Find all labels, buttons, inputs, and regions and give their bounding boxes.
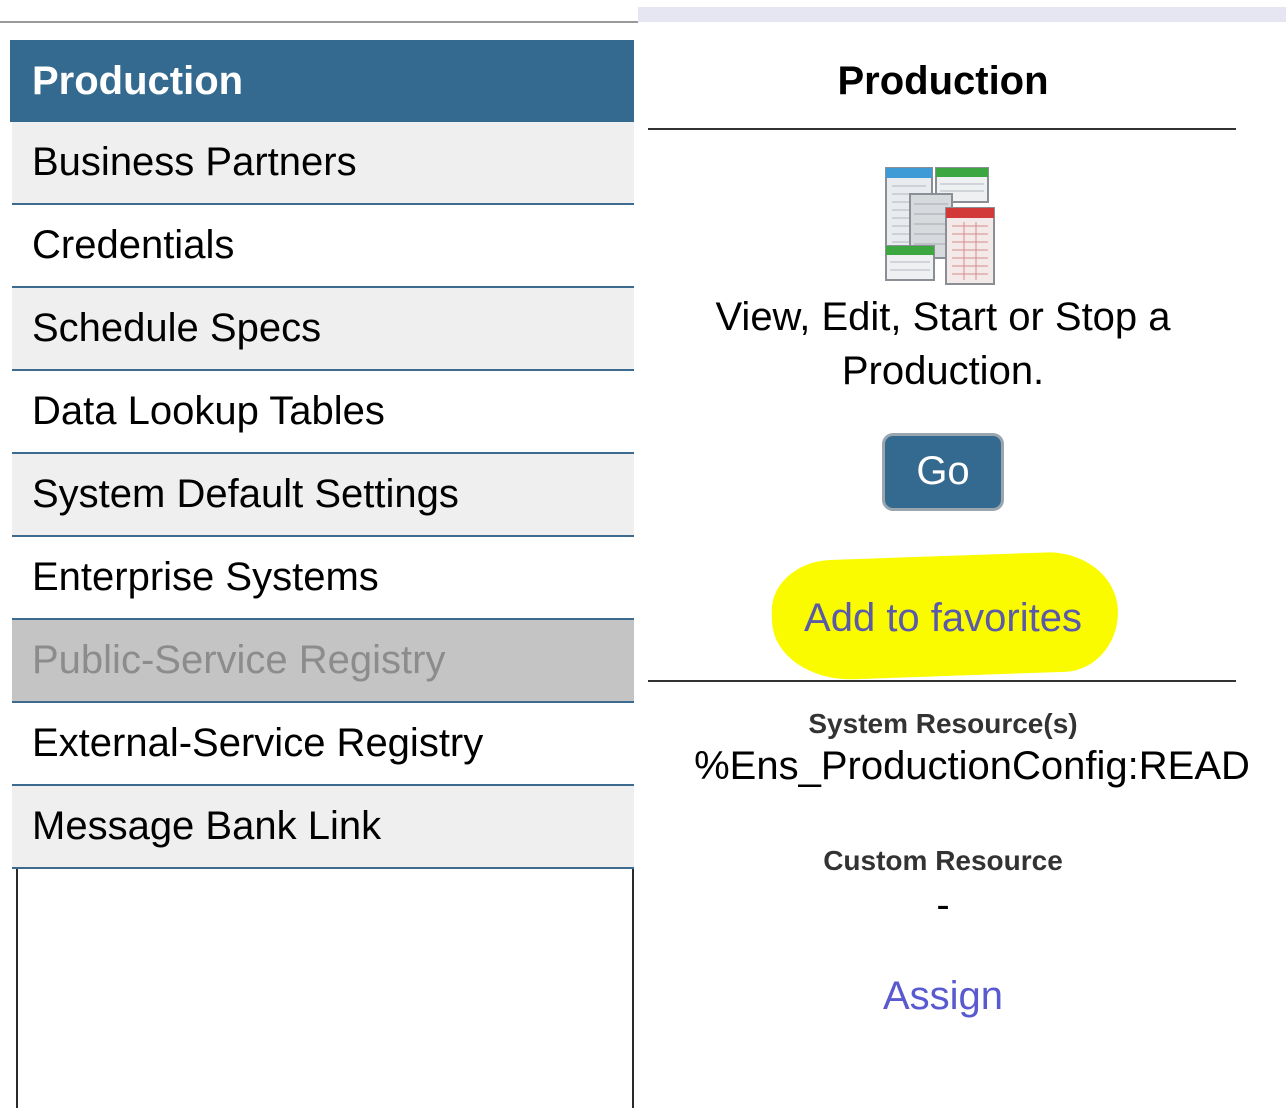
custom-resource-label: Custom Resource (823, 845, 1063, 876)
detail-divider-bottom (648, 680, 1236, 682)
detail-panel: Production View, Edit, Start or Stop a P… (648, 40, 1250, 1019)
sidebar-item-public-service-registry: Public-Service Registry (12, 620, 634, 703)
sidebar-item-system-default-settings[interactable]: System Default Settings (12, 454, 634, 537)
production-tables-icon (885, 167, 995, 285)
icon-container (648, 130, 1238, 290)
sidebar-item-credentials[interactable]: Credentials (12, 205, 634, 288)
sidebar-item-external-service-registry[interactable]: External-Service Registry (12, 703, 634, 786)
add-to-favorites-link[interactable]: Add to favorites (804, 596, 1082, 641)
sidebar-item-data-lookup-tables[interactable]: Data Lookup Tables (12, 371, 634, 454)
system-resource-value: %Ens_ProductionConfig:READ (694, 744, 1250, 788)
sidebar-header[interactable]: Production (10, 40, 634, 122)
favorites-area: Add to favorites (648, 549, 1238, 683)
sidebar-item-message-bank-link[interactable]: Message Bank Link (12, 786, 634, 869)
go-button[interactable]: Go (885, 436, 1001, 508)
top-band (638, 7, 1286, 22)
custom-resource-value: - (936, 883, 950, 927)
sidebar-item-schedule-specs[interactable]: Schedule Specs (12, 288, 634, 371)
detail-description: View, Edit, Start or Stop a Production. (715, 295, 1171, 393)
sidebar-menu: Business Partners Credentials Schedule S… (12, 122, 634, 869)
system-resource-label: System Resource(s) (808, 708, 1078, 739)
sidebar-item-enterprise-systems[interactable]: Enterprise Systems (12, 537, 634, 620)
top-divider (0, 21, 638, 23)
detail-title: Production (837, 59, 1049, 103)
sidebar-item-business-partners[interactable]: Business Partners (12, 122, 634, 205)
assign-link[interactable]: Assign (883, 974, 1003, 1019)
